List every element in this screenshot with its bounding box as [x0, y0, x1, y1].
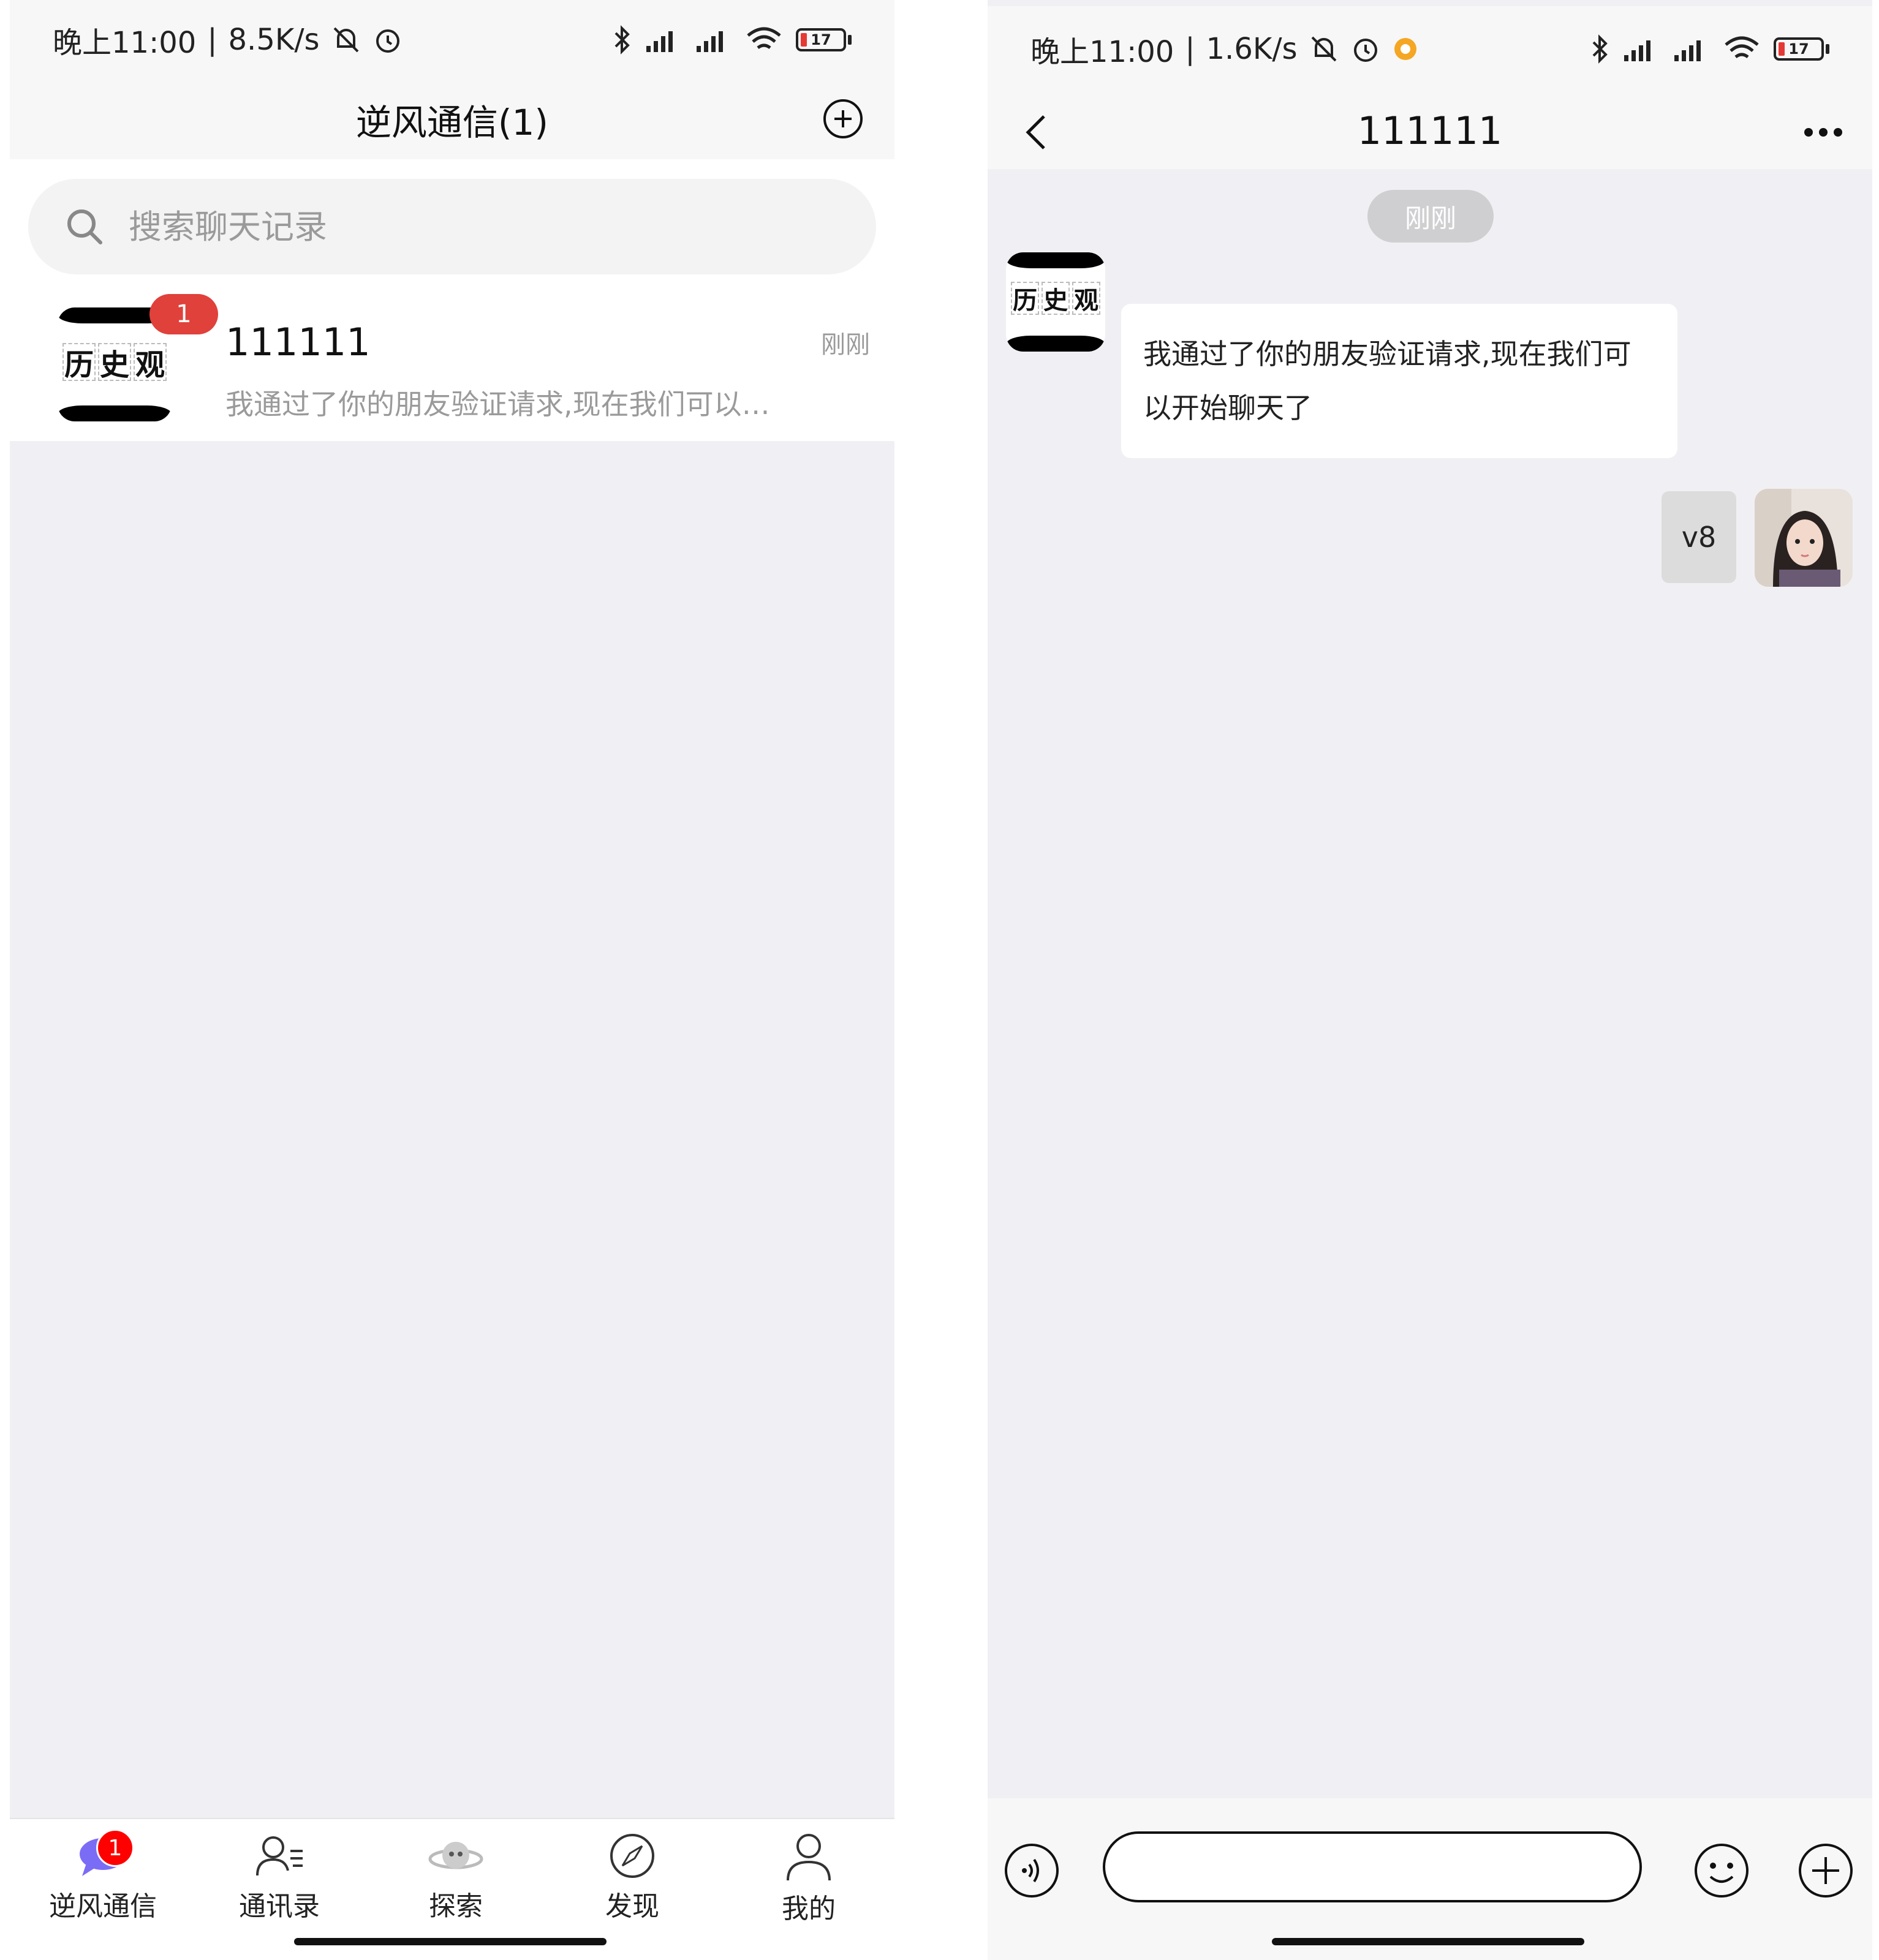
search-area — [10, 159, 894, 282]
tab-label: 通讯录 — [239, 1891, 320, 1922]
input-bar — [988, 1798, 1872, 1960]
status-time: 晚上11:00 — [1030, 35, 1174, 69]
planet-icon — [428, 1842, 483, 1869]
search-input[interactable] — [129, 207, 680, 246]
avatar-char: 史 — [98, 343, 131, 382]
incoming-message[interactable]: 我通过了你的朋友验证请求,现在我们可以开始聊天了 — [1121, 304, 1677, 458]
voice-icon[interactable] — [1002, 1841, 1061, 1900]
plus-circle-icon[interactable] — [1796, 1841, 1855, 1900]
signal-icon — [1624, 40, 1650, 61]
chat-title: 111111 — [1357, 108, 1503, 153]
chat-screen: 晚上11:00 | 1.6K/s 17 111111 刚刚 历 史 观 我通过了… — [988, 0, 1872, 1960]
tab-label: 探索 — [429, 1891, 483, 1922]
tab-chats[interactable]: 1 逆风通信 — [15, 1819, 191, 1923]
battery-icon: 17 — [1774, 37, 1829, 61]
tab-discover[interactable]: 发现 — [544, 1819, 720, 1923]
tab-me[interactable]: 我的 — [720, 1819, 894, 1924]
wifi-icon — [1725, 36, 1759, 59]
status-time: 晚上11:00 — [53, 26, 197, 60]
avatar-char: 历 — [1011, 282, 1039, 315]
wifi-icon — [747, 27, 781, 50]
contacts-icon — [256, 1836, 303, 1876]
tab-badge: 1 — [96, 1829, 134, 1867]
status-bar: 晚上11:00 | 1.6K/s 17 — [988, 6, 1872, 92]
home-indicator[interactable] — [1272, 1938, 1584, 1945]
time-divider: 刚刚 — [1367, 190, 1494, 243]
bluetooth-icon — [614, 25, 630, 55]
avatar-char: 史 — [1042, 282, 1070, 315]
bluetooth-icon — [1592, 34, 1608, 64]
mute-bell-icon — [333, 27, 358, 53]
message-input[interactable] — [1103, 1831, 1642, 1902]
tab-label: 我的 — [782, 1893, 836, 1924]
user-avatar[interactable] — [1755, 489, 1853, 587]
compass-icon — [610, 1834, 654, 1878]
tab-contacts[interactable]: 通讯录 — [191, 1819, 368, 1923]
tab-label: 发现 — [605, 1891, 659, 1922]
conversation-name: 111111 — [225, 320, 371, 364]
conversation-list-screen: 晚上11:00 | 8.5K/s 17 逆风通信(1) 搜索聊天记录 历 史 观… — [10, 0, 894, 1960]
battery-level: 17 — [1788, 40, 1809, 58]
user-icon — [787, 1834, 831, 1881]
battery-level: 17 — [811, 31, 831, 48]
emoji-icon[interactable] — [1692, 1841, 1751, 1900]
signal-icon — [697, 31, 723, 52]
plus-circle-icon[interactable] — [822, 98, 864, 140]
chevron-left-icon[interactable] — [1012, 108, 1061, 157]
tab-label: 逆风通信 — [49, 1891, 157, 1922]
search-bar[interactable] — [28, 179, 876, 274]
conversation-item[interactable]: 历 史 观 1 111111 刚刚 我通过了你的朋友验证请求,现在我们可以… — [10, 282, 894, 441]
status-separator: | — [1185, 32, 1195, 66]
page-title: 逆风通信(1) — [355, 102, 549, 143]
conversation-preview: 我通过了你的朋友验证请求,现在我们可以… — [225, 388, 770, 421]
status-net-speed: 1.6K/s — [1206, 32, 1298, 66]
chat-header: 111111 — [988, 92, 1872, 169]
app-header: 逆风通信(1) — [10, 80, 894, 159]
outgoing-message[interactable]: v8 — [1662, 491, 1736, 583]
status-net-speed: 8.5K/s — [228, 23, 320, 57]
bottom-tab-bar: 1 逆风通信 通讯录 探索 发现 我的 — [10, 1818, 894, 1960]
contact-avatar[interactable]: 历 史 观 — [1006, 252, 1105, 352]
home-indicator[interactable] — [294, 1938, 607, 1945]
signal-icon — [1674, 40, 1701, 61]
app-notification-icon — [1394, 38, 1416, 60]
conversation-time: 刚刚 — [821, 331, 870, 359]
avatar-char: 观 — [134, 343, 167, 382]
avatar-char: 历 — [62, 343, 96, 382]
avatar-char: 观 — [1072, 282, 1100, 315]
alarm-icon — [376, 29, 399, 53]
more-dots-icon[interactable] — [1793, 108, 1854, 157]
unread-badge: 1 — [149, 294, 218, 334]
signal-icon — [646, 31, 673, 52]
tab-explore[interactable]: 探索 — [368, 1819, 544, 1923]
search-icon — [67, 209, 102, 244]
mute-bell-icon — [1311, 36, 1336, 62]
battery-icon: 17 — [796, 28, 852, 51]
status-bar: 晚上11:00 | 8.5K/s 17 — [10, 0, 894, 80]
status-separator: | — [207, 23, 217, 57]
alarm-icon — [1353, 39, 1377, 62]
